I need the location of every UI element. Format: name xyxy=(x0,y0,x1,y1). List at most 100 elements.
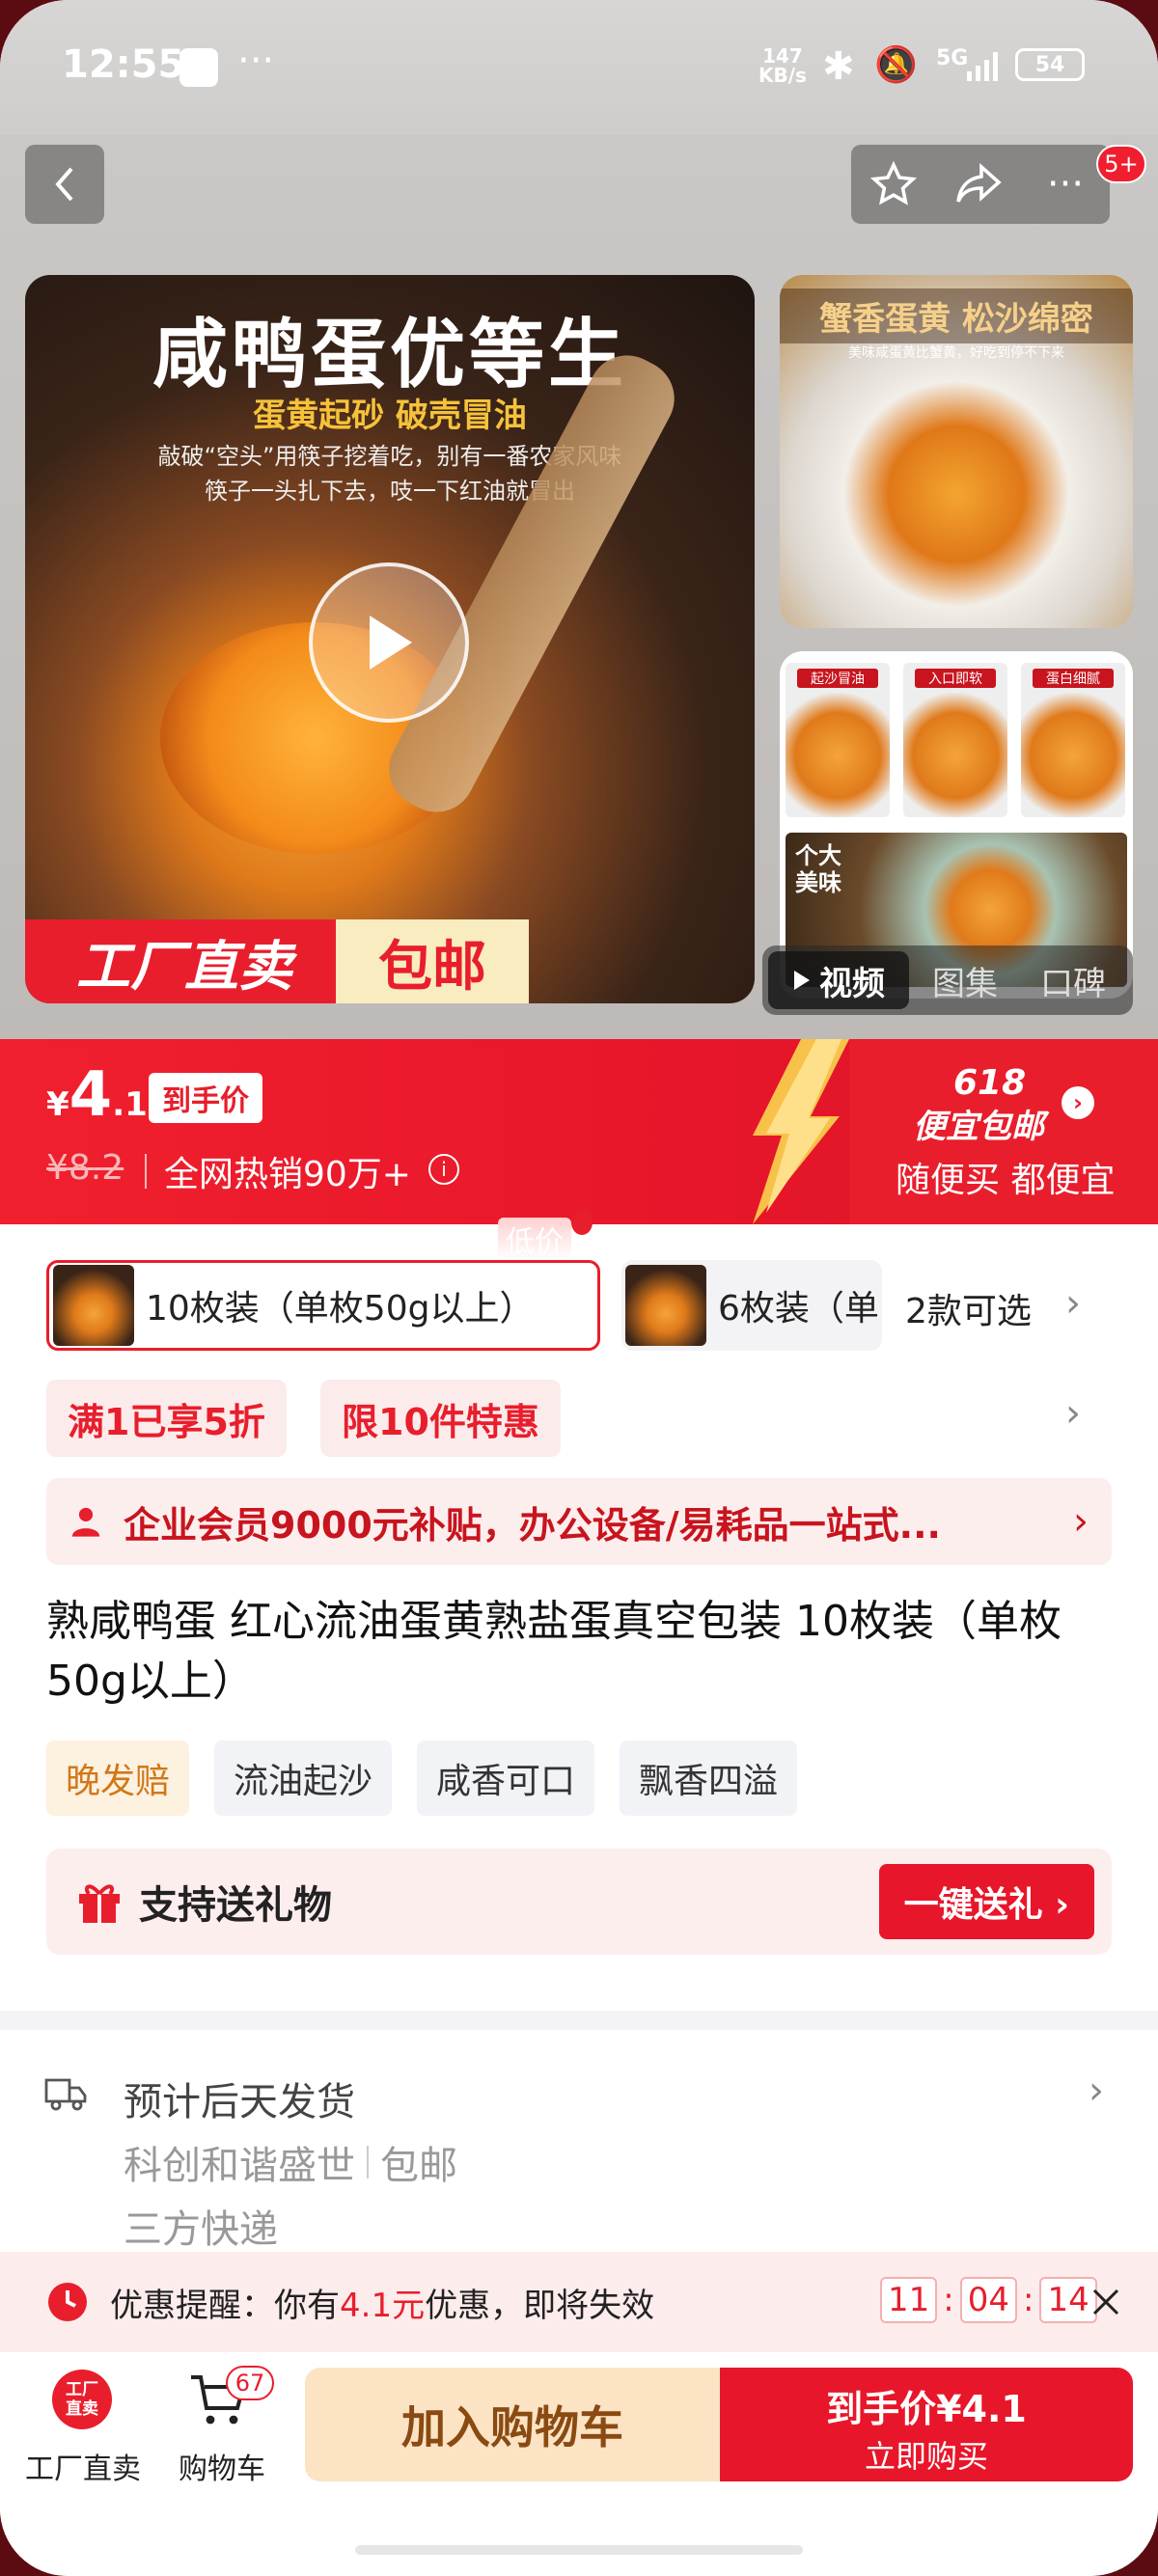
reminder-prefix: 优惠提醒：你有 xyxy=(110,2286,340,2325)
gift-label: 支持送礼物 xyxy=(139,1883,332,1928)
variant-chevron-icon[interactable]: › xyxy=(1065,1281,1081,1326)
favorite-button[interactable] xyxy=(851,145,936,224)
thumbnail-2-cell-1: 起沙冒油 xyxy=(786,663,890,817)
chevron-left-icon xyxy=(55,167,73,202)
countdown-hours: 11 xyxy=(880,2277,938,2323)
product-main-image[interactable]: 咸鸭蛋优等生 蛋黄起砂 破壳冒油 敲破“空头”用筷子挖着吃，别有一番农家风味 筷… xyxy=(25,275,755,1003)
net-speed: 147 KB/s xyxy=(758,44,807,87)
section-separator xyxy=(0,2011,1158,2030)
thumbnail-1-title: 蟹香蛋黄 松沙绵密 xyxy=(780,288,1133,343)
variant-2-thumb xyxy=(625,1265,706,1346)
more-badge: 5+ xyxy=(1096,145,1146,183)
factory-direct-icon: 工厂直卖 xyxy=(52,2370,112,2429)
app-notification-icon xyxy=(179,48,218,87)
variant-2-label: 6枚装（单 xyxy=(718,1289,879,1329)
variant-option-2[interactable]: 6枚装（单 xyxy=(621,1260,882,1351)
tab-video[interactable]: 视频 xyxy=(768,951,909,1009)
ship-store: 科创和谐盛世 xyxy=(124,2144,355,2188)
info-icon[interactable]: i xyxy=(428,1154,459,1185)
variant-1-thumb xyxy=(53,1265,134,1346)
original-price: ¥8.2 xyxy=(46,1148,124,1188)
tag-feature-1: 流油起沙 xyxy=(214,1740,393,1816)
cart-count-badge: 67 xyxy=(226,2366,274,2400)
lightning-graphic xyxy=(733,1039,859,1224)
thumbnail-2-cell-3: 蛋白细腻 xyxy=(1021,663,1125,817)
thumbnail-2-label-3: 蛋白细腻 xyxy=(1033,669,1114,688)
tab-gallery[interactable]: 图集 xyxy=(917,951,1013,1009)
clock-icon xyxy=(48,2283,87,2321)
tag-feature-2: 咸香可口 xyxy=(417,1740,595,1816)
thumbnail-1-sub: 美味咸蛋黄比蟹黄，好吃到停不下来 xyxy=(848,345,1064,361)
shipping-section[interactable]: 预计后天发货 › 科创和谐盛世 包邮 三方快递 xyxy=(0,2030,1158,2252)
send-gift-button[interactable]: 一键送礼 › xyxy=(878,1864,1094,1939)
promo-main: 便宜包邮 xyxy=(913,1108,1044,1146)
factory-direct-tab[interactable]: 工厂直卖 工厂直卖 xyxy=(15,2366,151,2491)
close-reminder-button[interactable] xyxy=(1081,2273,1131,2331)
member-banner-text: 企业会员9000元补贴，办公设备/易耗品一站式... xyxy=(124,1503,941,1547)
buy-now-button[interactable]: 到手价¥4.1 立即购买 xyxy=(720,2368,1133,2481)
mute-icon: 🔕 xyxy=(874,45,918,85)
signal-label: 5G xyxy=(936,46,969,70)
buy-now-label: 立即购买 xyxy=(864,2438,988,2475)
product-tags: 晚发赔 流油起沙 咸香可口 飘香四溢 xyxy=(46,1740,798,1816)
truck-icon xyxy=(44,2078,87,2111)
thumbnail-2-bottom-label: 个大美味 xyxy=(795,841,841,896)
factory-direct-label: 工厂直卖 xyxy=(25,2453,141,2486)
signal-icon xyxy=(965,48,1004,81)
gallery-thumbnail-1[interactable]: 蟹香蛋黄 松沙绵密 美味咸蛋黄比蟹黄，好吃到停不下来 xyxy=(780,275,1133,628)
ship-courier: 三方快递 xyxy=(124,2207,278,2252)
status-time: 12:55 xyxy=(62,42,185,87)
thumbnail-2-label-2: 入口即软 xyxy=(915,669,996,688)
coupon-chevron-icon[interactable]: › xyxy=(1065,1391,1081,1436)
back-button[interactable] xyxy=(25,145,104,224)
promo-sub: 随便买 都便宜 xyxy=(896,1161,1116,1200)
star-icon xyxy=(870,161,917,206)
bluetooth-icon: ✱ xyxy=(822,44,855,89)
tab-reviews[interactable]: 口碑 xyxy=(1023,951,1123,1009)
coupon-discount[interactable]: 满1已享5折 xyxy=(46,1380,287,1457)
reminder-amount: 4.1元 xyxy=(340,2286,426,2325)
price-divider xyxy=(145,1154,147,1189)
ship-store-row: 科创和谐盛世 包邮 xyxy=(124,2134,457,2190)
variant-more[interactable]: 2款可选 xyxy=(905,1283,1032,1333)
buy-now-price: 到手价¥4.1 xyxy=(826,2388,1027,2430)
tag-feature-3: 飘香四溢 xyxy=(620,1740,798,1816)
variant-option-1[interactable]: 10枚装（单枚50g以上） xyxy=(46,1260,600,1351)
thumbnail-2-label-1: 起沙冒油 xyxy=(797,669,878,688)
battery-icon: 54 xyxy=(1015,48,1085,81)
tag-late-ship: 晚发赔 xyxy=(46,1740,190,1816)
share-button[interactable] xyxy=(936,145,1021,224)
home-indicator xyxy=(355,2545,803,2555)
thumbnail-2-cell-2: 入口即软 xyxy=(903,663,1007,817)
play-video-button[interactable] xyxy=(309,562,469,723)
countdown-minutes: 04 xyxy=(959,2277,1017,2323)
sales-count: 全网热销90万+ xyxy=(164,1155,411,1194)
more-button[interactable]: ··· xyxy=(1023,145,1108,224)
final-price-tag: 到手价 xyxy=(149,1073,262,1123)
user-icon xyxy=(71,1507,100,1537)
product-title: 熟咸鸭蛋 红心流油蛋黄熟盐蛋真空包装 10枚装（单枚50g以上） xyxy=(46,1597,1062,1706)
free-shipping-badge: 包邮 xyxy=(336,919,529,1003)
play-icon xyxy=(370,616,412,670)
gift-icon xyxy=(79,1884,120,1923)
variant-1-label: 10枚装（单枚50g以上） xyxy=(146,1289,535,1329)
cart-label: 购物车 xyxy=(179,2453,265,2486)
ship-chevron-icon: › xyxy=(1089,2069,1104,2113)
battery-level: 54 xyxy=(1034,52,1065,77)
gift-card: 支持送礼物 一键送礼 › xyxy=(46,1849,1112,1955)
reminder-suffix: 优惠，即将失效 xyxy=(425,2286,655,2325)
share-icon xyxy=(956,163,1002,203)
more-notifications-icon: ··· xyxy=(237,39,275,83)
coupon-limited[interactable]: 限10件特惠 xyxy=(320,1380,561,1457)
cart-tab[interactable]: 67 购物车 xyxy=(164,2366,280,2491)
promo-arrow-icon[interactable]: › xyxy=(1062,1086,1094,1119)
play-small-icon xyxy=(794,971,810,990)
add-to-cart-button[interactable]: 加入购物车 xyxy=(305,2368,720,2481)
low-price-dot xyxy=(571,1210,593,1235)
member-banner[interactable]: 企业会员9000元补贴，办公设备/易耗品一站式... › xyxy=(46,1478,1112,1565)
app-screen: 12:55 ··· 147 KB/s ✱ 🔕 5G 54 ··· 5+ 咸鸭蛋优等… xyxy=(0,0,1158,2576)
promo-618: 618 xyxy=(953,1063,1027,1103)
low-price-tag: 低价 xyxy=(498,1218,571,1260)
countdown-timer: 11: 04: 14 xyxy=(880,2277,1097,2323)
ship-divider xyxy=(367,2146,369,2179)
